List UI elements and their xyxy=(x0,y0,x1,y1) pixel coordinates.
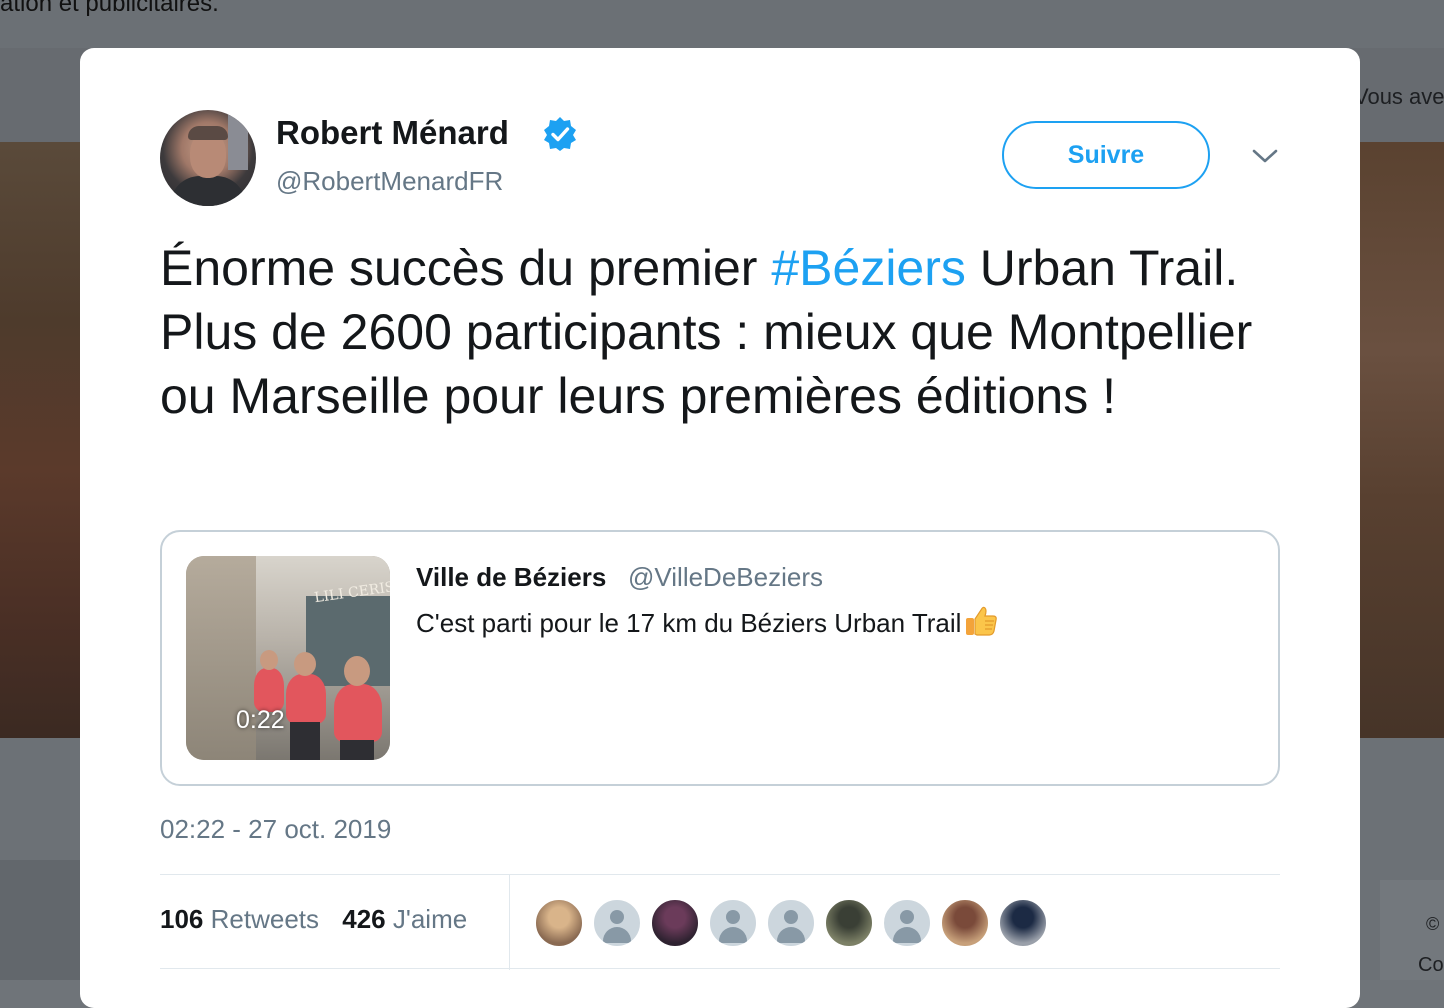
tweet-text-part: Énorme succès du premier xyxy=(160,240,772,296)
likes-stat[interactable]: 426 J'aime xyxy=(342,904,467,934)
video-thumbnail[interactable]: LILI CERISE 0:22 xyxy=(186,556,390,760)
background-right-text: Vous ave xyxy=(1354,84,1444,109)
thumb-runner-head xyxy=(344,656,370,686)
background-photo-left xyxy=(0,142,80,738)
default-avatar[interactable] xyxy=(592,898,642,948)
follow-button[interactable]: Suivre xyxy=(1002,121,1210,189)
quoted-author-name: Ville de Béziers xyxy=(416,562,607,592)
hashtag-link[interactable]: #Béziers xyxy=(771,240,966,296)
verified-badge-icon xyxy=(544,117,576,151)
background-right-glyph: © xyxy=(1426,914,1440,934)
author-avatar[interactable] xyxy=(160,110,256,206)
default-avatar[interactable] xyxy=(708,898,758,948)
liker-avatar[interactable] xyxy=(998,898,1048,948)
default-avatar-body xyxy=(893,927,921,943)
thumb-runner xyxy=(334,684,382,742)
background-cookie-notice: ation et publicitaires. xyxy=(0,0,219,17)
background-right-glyph: Co xyxy=(1418,954,1444,976)
video-duration: 0:22 xyxy=(236,706,285,734)
author-name[interactable]: Robert Ménard xyxy=(276,114,509,152)
retweets-count: 106 xyxy=(160,904,204,934)
liker-avatar[interactable] xyxy=(824,898,874,948)
divider xyxy=(160,874,1280,875)
background-lower-left xyxy=(0,860,80,980)
chevron-down-icon[interactable] xyxy=(1250,146,1280,166)
quoted-tweet-card[interactable]: LILI CERISE 0:22 Ville de Béziers @Ville… xyxy=(160,530,1280,786)
thumb-runner-head xyxy=(294,652,316,676)
retweets-stat[interactable]: 106 Retweets xyxy=(160,904,319,934)
thumb-runner-legs xyxy=(290,722,320,760)
thumb-runner xyxy=(286,674,326,724)
thumb-runner-head xyxy=(260,650,278,670)
default-avatar-body xyxy=(719,927,747,943)
divider xyxy=(509,874,510,970)
background-photo-right xyxy=(1360,142,1444,738)
tweet-modal: Robert Ménard @RobertMenardFR Suivre Éno… xyxy=(80,48,1360,1008)
default-avatar[interactable] xyxy=(882,898,932,948)
likes-count: 426 xyxy=(342,904,386,934)
default-avatar-head xyxy=(900,910,914,924)
tweet-stats: 106 Retweets 426 J'aime xyxy=(160,904,467,935)
liker-avatar[interactable] xyxy=(650,898,700,948)
thumbs-up-icon xyxy=(966,606,998,636)
avatar-hair xyxy=(188,126,228,140)
retweets-label: Retweets xyxy=(210,904,320,934)
default-avatar-body xyxy=(777,927,805,943)
author-handle[interactable]: @RobertMenardFR xyxy=(276,166,503,197)
avatar-background xyxy=(228,114,248,170)
default-avatar-head xyxy=(784,910,798,924)
default-avatar[interactable] xyxy=(766,898,816,948)
liker-avatar[interactable] xyxy=(534,898,584,948)
default-avatar-head xyxy=(726,910,740,924)
tweet-text: Énorme succès du premier #Béziers Urban … xyxy=(160,236,1300,428)
avatar-suit xyxy=(170,176,246,206)
default-avatar-head xyxy=(610,910,624,924)
default-avatar-body xyxy=(603,927,631,943)
tweet-timestamp[interactable]: 02:22 - 27 oct. 2019 xyxy=(160,814,391,845)
liker-avatar[interactable] xyxy=(940,898,990,948)
quoted-author-handle: @VilleDeBeziers xyxy=(628,562,823,592)
divider xyxy=(160,968,1280,969)
quoted-tweet-text: C'est parti pour le 17 km du Béziers Urb… xyxy=(416,604,999,639)
thumb-runner-legs xyxy=(340,740,374,760)
quoted-text-content: C'est parti pour le 17 km du Béziers Urb… xyxy=(416,608,962,638)
likes-label: J'aime xyxy=(392,904,468,934)
